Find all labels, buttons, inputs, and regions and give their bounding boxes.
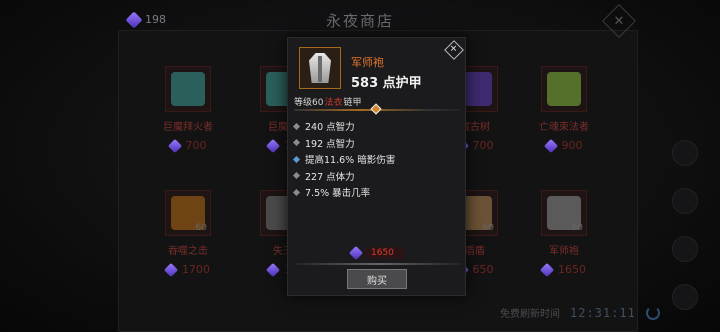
side-menu <box>672 140 702 332</box>
shop-item[interactable]: 巨魔拜火者 700 <box>143 66 233 176</box>
divider <box>294 263 461 265</box>
top-bar: 198 永夜商店 ✕ <box>0 0 720 38</box>
price-display: 1650 <box>348 245 404 261</box>
refresh-timer: 免费刷新时间 12:31:11 <box>500 305 660 320</box>
item-price: 700 <box>143 138 233 153</box>
item-name: 巨魔拜火者 <box>163 122 213 133</box>
item-name: 吞噬之击 <box>168 246 208 257</box>
stat-line: 240 点智力 <box>292 118 395 134</box>
price-amount: 1650 <box>365 247 404 259</box>
gem-icon <box>265 262 281 277</box>
stat-line: 7.5% 暴击几率 <box>292 184 395 200</box>
item-level-line: 等级60 法衣 链甲 <box>294 95 361 108</box>
item-price: 1700 <box>143 262 233 277</box>
shop-item[interactable]: 60 军师袍 1650 <box>519 190 609 300</box>
popup-close-button[interactable]: ✕ <box>444 40 464 60</box>
bullet-icon <box>292 155 301 163</box>
item-name: 亡魂束法者 <box>539 122 589 133</box>
level-text: 等级60 <box>294 98 324 108</box>
bullet-icon <box>292 138 301 147</box>
buy-button[interactable]: 购买 <box>347 269 407 289</box>
timer-value: 12:31:11 <box>570 305 636 320</box>
armor-value: 583 点护甲 <box>351 76 422 91</box>
diamond-icon <box>370 103 382 115</box>
stat-line: 227 点体力 <box>292 168 395 184</box>
shop-item[interactable]: 亡魂束法者 900 <box>519 66 609 176</box>
side-button-4[interactable] <box>672 284 698 310</box>
gem-icon <box>539 262 555 277</box>
refresh-icon[interactable] <box>645 305 660 320</box>
bullet-icon <box>292 171 301 180</box>
stat-line: 192 点智力 <box>292 135 395 151</box>
gem-icon <box>543 138 558 153</box>
robe-icon: 60 <box>541 190 587 236</box>
shop-item[interactable]: 60 吞噬之击 1700 <box>143 190 233 300</box>
gem-icon <box>167 138 182 153</box>
gem-icon <box>348 245 364 261</box>
item-name: 军师袍 <box>549 246 579 257</box>
item-detail-popup: 军师袍 583 点护甲 ✕ 等级60 法衣 链甲 240 点智力 192 点智力… <box>287 37 466 296</box>
blade-icon: 60 <box>165 190 211 236</box>
side-button-2[interactable] <box>672 188 698 214</box>
level-requirement: 法衣 <box>324 98 343 108</box>
troll-fire-icon <box>165 66 211 112</box>
item-price: 900 <box>519 138 609 153</box>
stat-line: 提高11.6% 暗影伤害 <box>292 151 395 167</box>
side-button-3[interactable] <box>672 236 698 262</box>
armor-type: 链甲 <box>343 98 362 108</box>
item-name: 军师袍 <box>351 56 384 69</box>
robe-icon <box>299 47 341 89</box>
gem-icon <box>265 138 281 153</box>
bullet-icon <box>292 188 301 196</box>
stat-list: 240 点智力 192 点智力 提高11.6% 暗影伤害 227 点体力 7.5… <box>292 118 395 201</box>
bullet-icon <box>292 122 301 130</box>
side-button-1[interactable] <box>672 140 698 166</box>
close-icon: ✕ <box>613 13 625 29</box>
spirit-icon <box>541 66 587 112</box>
refresh-label: 免费刷新时间 <box>500 309 560 320</box>
close-icon: ✕ <box>450 44 458 55</box>
gem-icon <box>163 262 179 277</box>
item-price: 1650 <box>519 262 609 277</box>
